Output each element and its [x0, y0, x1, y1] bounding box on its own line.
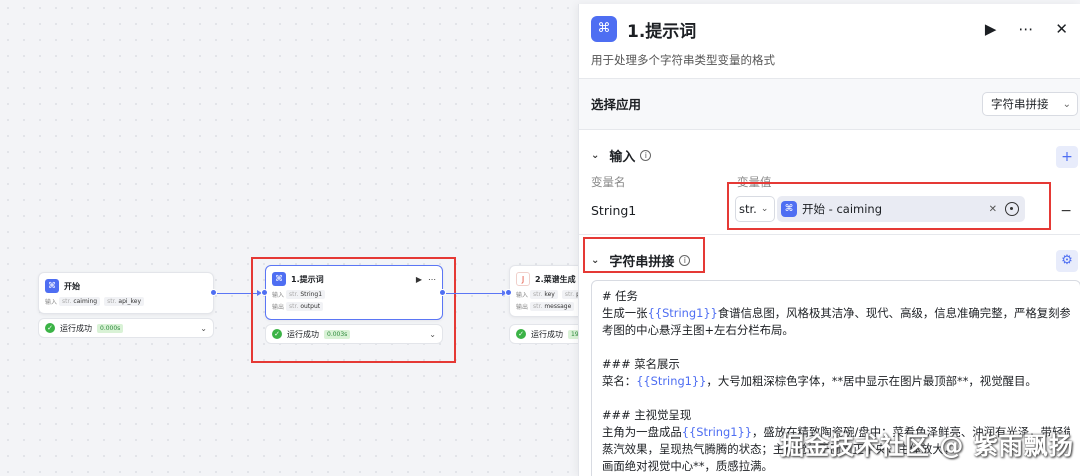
- input-chip: str. key: [530, 289, 558, 299]
- app-select[interactable]: 字符串拼接 ⌄: [982, 92, 1078, 116]
- highlight-box: [251, 257, 456, 363]
- watermark: 掘金技术社区 @ 紫雨飘扬: [780, 432, 1074, 460]
- editor-line: ### 菜名展示: [602, 356, 1070, 373]
- info-icon[interactable]: i: [640, 150, 652, 161]
- template-text: 食谱信息图，风格极其洁净、现代、高级，信息准确完整，严格复刻参: [717, 306, 1070, 320]
- panel-actions: ▶ ⋯ ✕: [985, 20, 1068, 38]
- input-label: 输入: [45, 298, 58, 306]
- app-select-label: 选择应用: [591, 97, 642, 112]
- close-icon[interactable]: ✕: [1055, 20, 1068, 38]
- chevron-down-icon[interactable]: ⌄: [200, 324, 207, 333]
- run-status[interactable]: ✓ 运行成功 0.000s ⌄: [38, 318, 214, 338]
- divider: [579, 234, 1080, 235]
- node-title: 开始: [64, 281, 80, 291]
- output-chip: str. message: [530, 301, 575, 311]
- status-time: 0.000s: [97, 323, 124, 333]
- output-label: 输出: [516, 303, 529, 311]
- column-header-name: 变量名: [591, 175, 626, 189]
- template-variable: {{String1}}: [636, 374, 707, 388]
- text-processing-icon: ⌘: [591, 16, 617, 42]
- template-text: 生成一张: [602, 306, 648, 320]
- input-section-title: 输入: [609, 150, 636, 165]
- chevron-down-icon: ⌄: [1062, 98, 1071, 110]
- variable-name: String1: [591, 203, 637, 218]
- input-label: 输入: [516, 291, 529, 299]
- play-icon[interactable]: ▶: [985, 20, 997, 38]
- node-config-panel: ⌘ 1.提示词 ▶ ⋯ ✕ 用于处理多个字符串类型变量的格式 选择应用 字符串拼…: [578, 4, 1080, 476]
- panel-header: ⌘ 1.提示词: [591, 16, 696, 42]
- success-check-icon: ✓: [516, 329, 526, 339]
- input-section-header[interactable]: ⌄ 输入 i: [591, 146, 652, 165]
- input-chip: str. api_key: [104, 296, 145, 306]
- editor-line: 考图的中心悬浮主图+左右分栏布局。: [602, 322, 1070, 339]
- input-port[interactable]: [505, 289, 512, 296]
- output-port[interactable]: [210, 289, 217, 296]
- editor-line: 生成一张{{String1}}食谱信息图，风格极其洁净、现代、高级，信息准确完整…: [602, 305, 1070, 322]
- flow-start-icon: ⌘: [45, 279, 59, 293]
- template-text: ### 主视觉呈现: [602, 408, 692, 422]
- panel-description: 用于处理多个字符串类型变量的格式: [591, 53, 775, 67]
- status-text: 运行成功: [60, 323, 92, 333]
- node-title: 2.菜谱生成: [535, 274, 576, 284]
- panel-title: 1.提示词: [627, 21, 697, 42]
- edge: [446, 293, 504, 294]
- template-text: 考图的中心悬浮主图+左右分栏布局。: [602, 323, 794, 337]
- template-text: 主角为一盘成品: [602, 425, 682, 439]
- divider: [579, 129, 1080, 130]
- add-variable-button[interactable]: +: [1056, 146, 1078, 168]
- template-text: ### 菜名展示: [602, 357, 680, 371]
- template-text: 画面绝对视觉中心**，质感拉满。: [602, 459, 773, 473]
- remove-variable-button[interactable]: −: [1060, 203, 1072, 219]
- chevron-down-icon[interactable]: ⌄: [591, 150, 599, 161]
- node-inputs: 输入 str. caiming str. api_key: [39, 295, 213, 307]
- highlight-box: [727, 182, 1051, 230]
- success-check-icon: ✓: [45, 323, 55, 333]
- node-start[interactable]: ⌘ 开始 输入 str. caiming str. api_key: [38, 272, 214, 314]
- template-variable: {{String1}}: [647, 306, 718, 320]
- app-select-value: 字符串拼接: [991, 97, 1049, 111]
- editor-line: # 任务: [602, 288, 1070, 305]
- template-text: # 任务: [602, 289, 638, 303]
- highlight-box: [583, 237, 705, 273]
- template-variable: {{String1}}: [681, 425, 752, 439]
- input-chip: str. caiming: [59, 296, 101, 306]
- template-text: ，大号加粗深棕色字体，**居中显示在图片最顶部**，视觉醒目。: [706, 374, 1037, 388]
- gear-icon[interactable]: ⚙: [1056, 250, 1078, 272]
- status-text: 运行成功: [531, 329, 563, 339]
- plugin-icon: J: [516, 272, 530, 286]
- template-text: 菜名：: [602, 374, 637, 388]
- more-icon[interactable]: ⋯: [1018, 20, 1033, 38]
- editor-line: 菜名：{{String1}}，大号加粗深棕色字体，**居中显示在图片最顶部**，…: [602, 373, 1070, 390]
- editor-line: ### 主视觉呈现: [602, 407, 1070, 424]
